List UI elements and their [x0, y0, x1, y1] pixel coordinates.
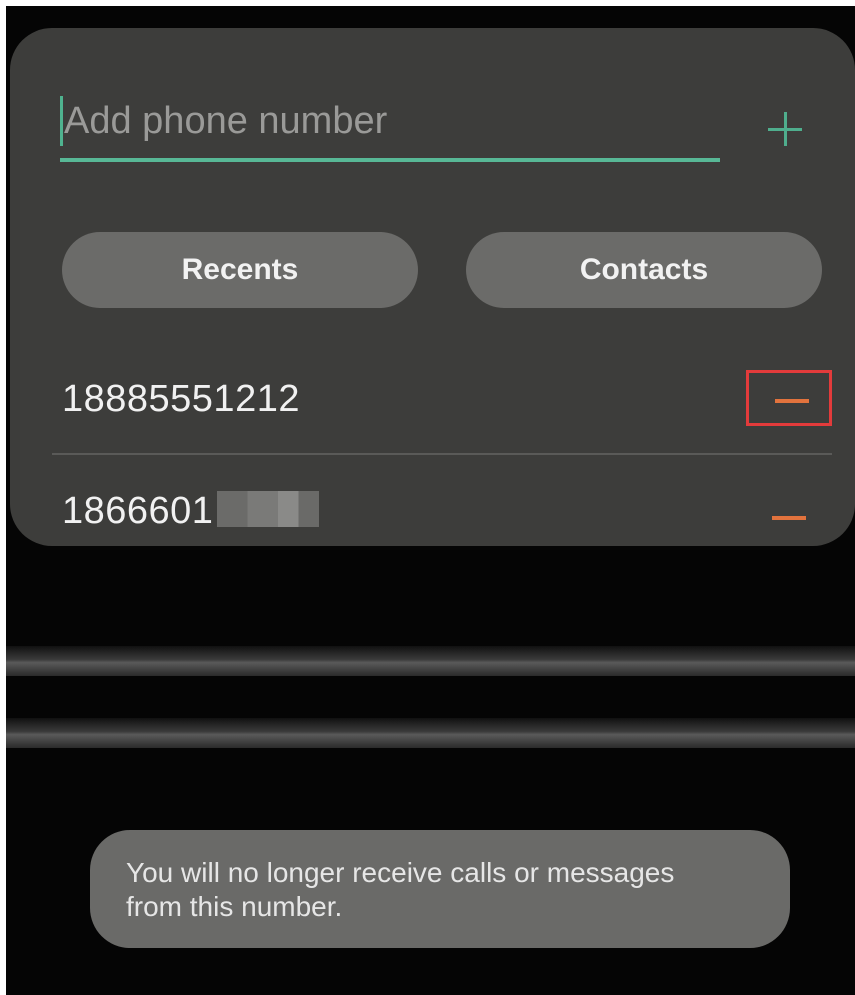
minus-icon[interactable]: [746, 370, 832, 426]
redacted-digits: [217, 490, 320, 527]
row-divider: [52, 453, 832, 455]
blocked-number-text: 1866601: [62, 490, 214, 532]
minus-icon[interactable]: [746, 490, 832, 546]
toast-message: You will no longer receive calls or mess…: [90, 830, 790, 948]
recents-button[interactable]: Recents: [62, 232, 418, 308]
blocked-number-row: 1866601: [10, 462, 855, 562]
screen: Add phone number Recents Contacts 188855…: [6, 6, 855, 995]
text-cursor: [60, 96, 63, 146]
toast-line-1: You will no longer receive calls or mess…: [126, 857, 675, 888]
toast-line-2: from this number.: [126, 891, 343, 922]
input-underline: [60, 158, 720, 162]
phone-number-placeholder: Add phone number: [64, 100, 388, 142]
background-stripe: [6, 646, 855, 676]
blocked-number-row: 18885551212: [10, 350, 855, 450]
plus-icon[interactable]: [766, 110, 806, 150]
blocked-number: 18885551212: [62, 378, 300, 420]
background-stripe: [6, 718, 855, 748]
block-numbers-panel: Add phone number Recents Contacts 188855…: [10, 28, 855, 546]
blocked-number: 1866601: [62, 490, 320, 533]
contacts-button[interactable]: Contacts: [466, 232, 822, 308]
phone-number-input[interactable]: Add phone number: [60, 88, 720, 162]
